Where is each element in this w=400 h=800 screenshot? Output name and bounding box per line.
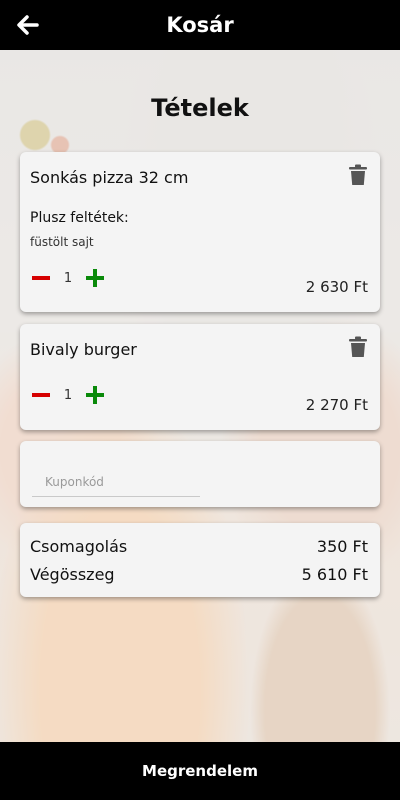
app-header: Kosár xyxy=(0,0,400,50)
order-button[interactable]: Megrendelem xyxy=(0,742,400,800)
coupon-input[interactable] xyxy=(32,467,200,497)
quantity-stepper: 1 xyxy=(30,267,106,289)
trash-icon[interactable] xyxy=(348,336,368,358)
cart-item-pizza: Sonkás pizza 32 cm Plusz feltétek: füstö… xyxy=(20,152,380,312)
extras-value: füstölt sajt xyxy=(30,235,94,249)
item-price: 2 270 Ft xyxy=(305,396,368,414)
quantity-stepper: 1 xyxy=(30,384,106,406)
total-value: 5 610 Ft xyxy=(301,565,368,584)
trash-icon[interactable] xyxy=(348,164,368,186)
packaging-value: 350 Ft xyxy=(316,537,368,556)
coupon-card xyxy=(20,441,380,507)
extras-label: Plusz feltétek: xyxy=(30,210,129,226)
item-name: Sonkás pizza 32 cm xyxy=(30,168,189,187)
increase-button[interactable] xyxy=(84,384,106,406)
back-button[interactable] xyxy=(14,11,42,39)
item-name: Bivaly burger xyxy=(30,340,137,359)
quantity-value: 1 xyxy=(63,387,73,403)
total-row: Végösszeg 5 610 Ft xyxy=(30,565,368,584)
quantity-value: 1 xyxy=(63,270,73,286)
summary-card: Csomagolás 350 Ft Végösszeg 5 610 Ft xyxy=(20,523,380,597)
total-label: Végösszeg xyxy=(30,565,115,584)
page-title: Kosár xyxy=(166,13,234,37)
decrease-button[interactable] xyxy=(30,267,52,289)
arrow-left-icon xyxy=(17,15,39,35)
cart-item-burger: Bivaly burger 1 2 270 Ft xyxy=(20,324,380,430)
packaging-row: Csomagolás 350 Ft xyxy=(30,537,368,556)
increase-button[interactable] xyxy=(84,267,106,289)
section-title: Tételek xyxy=(151,94,249,122)
decrease-button[interactable] xyxy=(30,384,52,406)
item-price: 2 630 Ft xyxy=(305,278,368,296)
packaging-label: Csomagolás xyxy=(30,537,128,556)
